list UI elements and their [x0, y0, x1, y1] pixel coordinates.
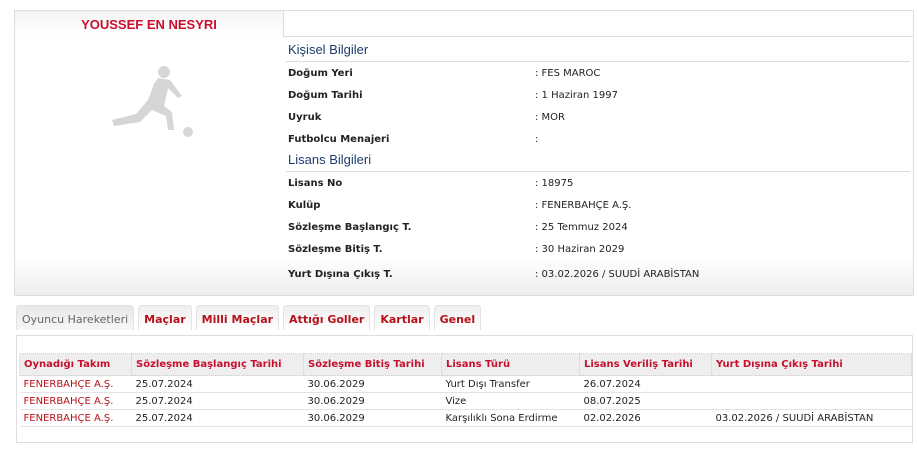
info-row: Kulüp : FENERBAHÇE A.Ş.: [288, 200, 888, 214]
cell: 30.06.2029: [304, 376, 442, 393]
tab-goals[interactable]: Attığı Goller: [283, 305, 370, 330]
column-header: Sözleşme Bitiş Tarihi: [304, 354, 442, 376]
team-cell: FENERBAHÇE A.Ş.: [20, 376, 132, 393]
cell: 26.07.2024: [580, 376, 712, 393]
table-header-row: Oynadığı Takım Sözleşme Başlangıç Tarihi…: [20, 354, 912, 376]
info-value: : 18975: [535, 178, 573, 189]
personal-info-heading: Kişisel Bilgiler: [286, 42, 910, 62]
info-label: Lisans No: [288, 178, 342, 189]
column-header: Lisans Veriliş Tarihi: [580, 354, 712, 376]
cell: 30.06.2029: [304, 393, 442, 410]
info-row: Sözleşme Başlangıç T. : 25 Temmuz 2024: [288, 222, 888, 236]
table-row: FENERBAHÇE A.Ş.25.07.202430.06.2029Vize0…: [20, 393, 912, 410]
cell: 30.06.2029: [304, 410, 442, 427]
column-header: Oynadığı Takım: [20, 354, 132, 376]
info-row: Doğum Tarihi : 1 Haziran 1997: [288, 90, 888, 104]
info-label: Kulüp: [288, 200, 320, 211]
cell: 25.07.2024: [132, 410, 304, 427]
tab-player-movements[interactable]: Oyuncu Hareketleri: [16, 305, 134, 330]
cell: Vize: [442, 393, 580, 410]
cell: 25.07.2024: [132, 393, 304, 410]
cell: 08.07.2025: [580, 393, 712, 410]
cell: [712, 376, 912, 393]
info-value: : 25 Temmuz 2024: [535, 222, 628, 233]
info-row: Sözleşme Bitiş T. : 30 Haziran 2029: [288, 244, 888, 258]
player-movements-panel: Oynadığı Takım Sözleşme Başlangıç Tarihi…: [16, 335, 913, 443]
column-header: Lisans Türü: [442, 354, 580, 376]
tab-national-matches[interactable]: Milli Maçlar: [196, 305, 279, 330]
info-value: : 03.02.2026 / SUUDİ ARABİSTAN: [535, 269, 699, 280]
info-value: :: [535, 134, 538, 145]
column-header: Yurt Dışına Çıkış Tarihi: [712, 354, 912, 376]
player-name-tab: YOUSSEF EN NESYRI: [14, 10, 284, 37]
info-value: : FENERBAHÇE A.Ş.: [535, 200, 631, 211]
cell: [712, 393, 912, 410]
info-row: Uyruk : MOR: [288, 112, 888, 126]
cell: 02.02.2026: [580, 410, 712, 427]
tab-matches[interactable]: Maçlar: [138, 305, 192, 330]
cell: 25.07.2024: [132, 376, 304, 393]
info-row: Futbolcu Menajeri:: [288, 134, 888, 148]
tab-cards[interactable]: Kartlar: [374, 305, 429, 330]
tab-general[interactable]: Genel: [434, 305, 482, 330]
info-value: : 30 Haziran 2029: [535, 244, 624, 255]
team-cell: FENERBAHÇE A.Ş.: [20, 393, 132, 410]
player-silhouette-icon: [100, 60, 210, 145]
info-label: Doğum Yeri: [288, 68, 353, 79]
info-value: : MOR: [535, 112, 565, 123]
cell: 03.02.2026 / SUUDİ ARABİSTAN: [712, 410, 912, 427]
tab-bar: Oyuncu Hareketleri Maçlar Milli Maçlar A…: [16, 305, 481, 330]
license-info-heading: Lisans Bilgileri: [286, 152, 910, 172]
player-name: YOUSSEF EN NESYRI: [15, 11, 283, 32]
divider: [284, 36, 914, 37]
cell: Yurt Dışı Transfer: [442, 376, 580, 393]
info-value: : FES MAROC: [535, 68, 600, 79]
info-row: Yurt Dışına Çıkış T. : 03.02.2026 / SUUDİ…: [288, 269, 888, 283]
info-label: Sözleşme Başlangıç T.: [288, 222, 411, 233]
info-label: Yurt Dışına Çıkış T.: [288, 269, 393, 280]
info-row: Lisans No : 18975: [288, 178, 888, 192]
info-row: Doğum Yeri : FES MAROC: [288, 68, 888, 82]
info-label: Sözleşme Bitiş T.: [288, 244, 383, 255]
table-row: FENERBAHÇE A.Ş.25.07.202430.06.2029Yurt …: [20, 376, 912, 393]
column-header: Sözleşme Başlangıç Tarihi: [132, 354, 304, 376]
cell: Karşılıklı Sona Erdirme: [442, 410, 580, 427]
info-label: Doğum Tarihi: [288, 90, 363, 101]
info-value: : 1 Haziran 1997: [535, 90, 618, 101]
team-cell: FENERBAHÇE A.Ş.: [20, 410, 132, 427]
info-label: Futbolcu Menajeri: [288, 134, 389, 145]
info-label: Uyruk: [288, 112, 321, 123]
table-row: FENERBAHÇE A.Ş.25.07.202430.06.2029Karşı…: [20, 410, 912, 427]
player-movements-table: Oynadığı Takım Sözleşme Başlangıç Tarihi…: [19, 353, 912, 427]
